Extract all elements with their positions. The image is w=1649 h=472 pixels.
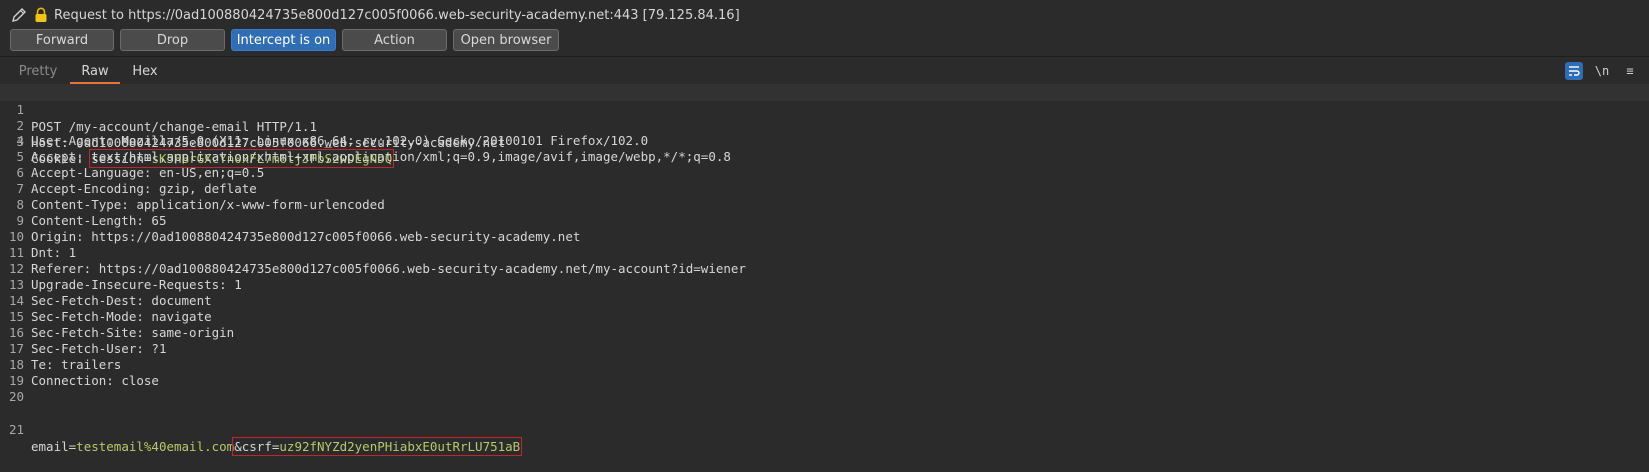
header-line: 4 User-Agent: Mozilla/5.0 (X11; Linux x86… — [0, 132, 1649, 149]
line-number: 13 — [8, 277, 24, 292]
lock-icon — [34, 7, 48, 23]
header-value: 1 — [61, 245, 77, 260]
header-value: https://0ad100880424735e800d127c005f0066… — [91, 261, 746, 276]
header-name: Origin: — [31, 229, 84, 244]
header-line: 9 Content-Length: 65 — [0, 212, 1649, 229]
header-value: ?1 — [143, 341, 167, 356]
pencil-icon[interactable] — [10, 6, 28, 24]
editor-tools: \n ≡ — [1565, 60, 1639, 82]
tab-pretty[interactable]: Pretty — [8, 60, 68, 82]
header-value: same-origin — [143, 325, 235, 340]
header-value: en-US,en;q=0.5 — [151, 165, 265, 180]
toolbar-divider — [0, 56, 1649, 57]
header-line: 17 Sec-Fetch-User: ?1 — [0, 340, 1649, 357]
header-line: 8 Content-Type: application/x-www-form-ur… — [0, 196, 1649, 213]
header-value: trailers — [53, 357, 122, 372]
header-value: text/html,application/xhtml+xml,applicat… — [83, 149, 731, 164]
email-param-value: testemail%40email.com — [76, 439, 235, 454]
csrf-param-name: csrf — [241, 439, 272, 454]
line-number: 9 — [16, 213, 24, 228]
request-title: Request to https://0ad100880424735e800d1… — [54, 7, 740, 23]
header-line: 15 Sec-Fetch-Mode: navigate — [0, 308, 1649, 325]
header-name: Sec-Fetch-Site: — [31, 325, 144, 340]
header-value: document — [143, 293, 212, 308]
tab-hex[interactable]: Hex — [126, 60, 164, 82]
header-value: gzip, deflate — [151, 181, 257, 196]
line-number: 17 — [8, 341, 24, 356]
header-name: Accept: — [31, 149, 84, 164]
header-value: 65 — [143, 213, 167, 228]
param-separator: & — [234, 439, 242, 454]
header-line: 2 Host: 0ad100880424735e800d127c005f0066… — [0, 100, 1649, 150]
header-name: Sec-Fetch-Mode: — [31, 309, 144, 324]
blank-line: 20 — [0, 388, 1649, 405]
line-number: 5 — [16, 149, 24, 164]
line-number: 12 — [8, 261, 24, 276]
header-name: Sec-Fetch-Dest: — [31, 293, 144, 308]
header-name: Content-Length: — [31, 213, 144, 228]
line-number: 11 — [8, 245, 24, 260]
header-line: 12 Referer: https://0ad100880424735e800d1… — [0, 260, 1649, 277]
line-number: 6 — [16, 165, 24, 180]
header-name: Accept-Language: — [31, 165, 152, 180]
header-name: Content-Type: — [31, 197, 129, 212]
header-value: navigate — [143, 309, 212, 324]
raw-request-editor[interactable]: 1 POST /my-account/change-email HTTP/1.1… — [0, 84, 1649, 467]
intercept-toggle-button[interactable]: Intercept is on — [231, 29, 336, 51]
header-name: Dnt: — [31, 245, 62, 260]
header-value: close — [113, 373, 159, 388]
drop-button[interactable]: Drop — [120, 29, 225, 51]
line-number: 4 — [16, 133, 24, 148]
header-line: 7 Accept-Encoding: gzip, deflate — [0, 180, 1649, 197]
line-number: 20 — [8, 389, 24, 404]
message-view-tabs: Pretty Raw Hex \n ≡ — [0, 60, 1649, 84]
header-name: Accept-Encoding: — [31, 181, 152, 196]
wrap-text-icon[interactable] — [1565, 62, 1583, 80]
header-line: 5 Accept: text/html,application/xhtml+xml… — [0, 148, 1649, 165]
tab-raw[interactable]: Raw — [70, 60, 120, 84]
line-number: 14 — [8, 293, 24, 308]
intercept-button-row: Forward Drop Intercept is on Action Open… — [10, 29, 559, 51]
line-number: 21 — [8, 422, 24, 437]
header-value: https://0ad100880424735e800d127c005f0066… — [83, 229, 581, 244]
csrf-param-value: uz92fNYZd2yenPHiabxE0utRrLU751aB — [279, 439, 521, 454]
request-title-row: Request to https://0ad100880424735e800d1… — [10, 4, 740, 26]
header-value: 1 — [226, 277, 242, 292]
header-value: application/x-www-form-urlencoded — [128, 197, 385, 212]
open-browser-button[interactable]: Open browser — [453, 29, 559, 51]
line-number: 7 — [16, 181, 24, 196]
header-name: Upgrade-Insecure-Requests: — [31, 277, 227, 292]
line-number: 16 — [8, 325, 24, 340]
line-number: 15 — [8, 309, 24, 324]
header-line: 10 Origin: https://0ad100880424735e800d12… — [0, 228, 1649, 245]
header-name: Sec-Fetch-User: — [31, 341, 144, 356]
line-number: 10 — [8, 229, 24, 244]
line-number: 18 — [8, 357, 24, 372]
line-number: 19 — [8, 373, 24, 388]
csrf-token-highlight: &csrf=uz92fNYZd2yenPHiabxE0utRrLU751aB — [232, 437, 523, 456]
header-name: Te: — [31, 357, 54, 372]
show-newlines-button[interactable]: \n — [1593, 62, 1611, 80]
action-button[interactable]: Action — [342, 29, 447, 51]
request-line: 1 POST /my-account/change-email HTTP/1.1 — [0, 84, 1649, 134]
header-name: Connection: — [31, 373, 114, 388]
line-number: 8 — [16, 197, 24, 212]
header-line: 6 Accept-Language: en-US,en;q=0.5 — [0, 164, 1649, 181]
cookie-line: 3 Cookie: session=sK5HBrGXcYn0xFL7m6tjJF… — [0, 116, 1649, 168]
menu-icon[interactable]: ≡ — [1621, 62, 1639, 80]
header-line: 13 Upgrade-Insecure-Requests: 1 — [0, 276, 1649, 293]
header-line: 11 Dnt: 1 — [0, 244, 1649, 261]
header-line: 18 Te: trailers — [0, 356, 1649, 373]
header-value: Mozilla/5.0 (X11; Linux x86_64; rv:102.0… — [113, 133, 649, 148]
email-param-name: email — [31, 439, 69, 454]
forward-button[interactable]: Forward — [10, 29, 114, 51]
body-line: 21 email=testemail%40email.com&csrf=uz92… — [0, 404, 1649, 456]
header-line: 19 Connection: close — [0, 372, 1649, 389]
header-name: Referer: — [31, 261, 92, 276]
proxy-intercept-toolbar: Request to https://0ad100880424735e800d1… — [0, 0, 1649, 56]
header-line: 14 Sec-Fetch-Dest: document — [0, 292, 1649, 309]
header-line: 16 Sec-Fetch-Site: same-origin — [0, 324, 1649, 341]
header-name: User-Agent: — [31, 133, 114, 148]
